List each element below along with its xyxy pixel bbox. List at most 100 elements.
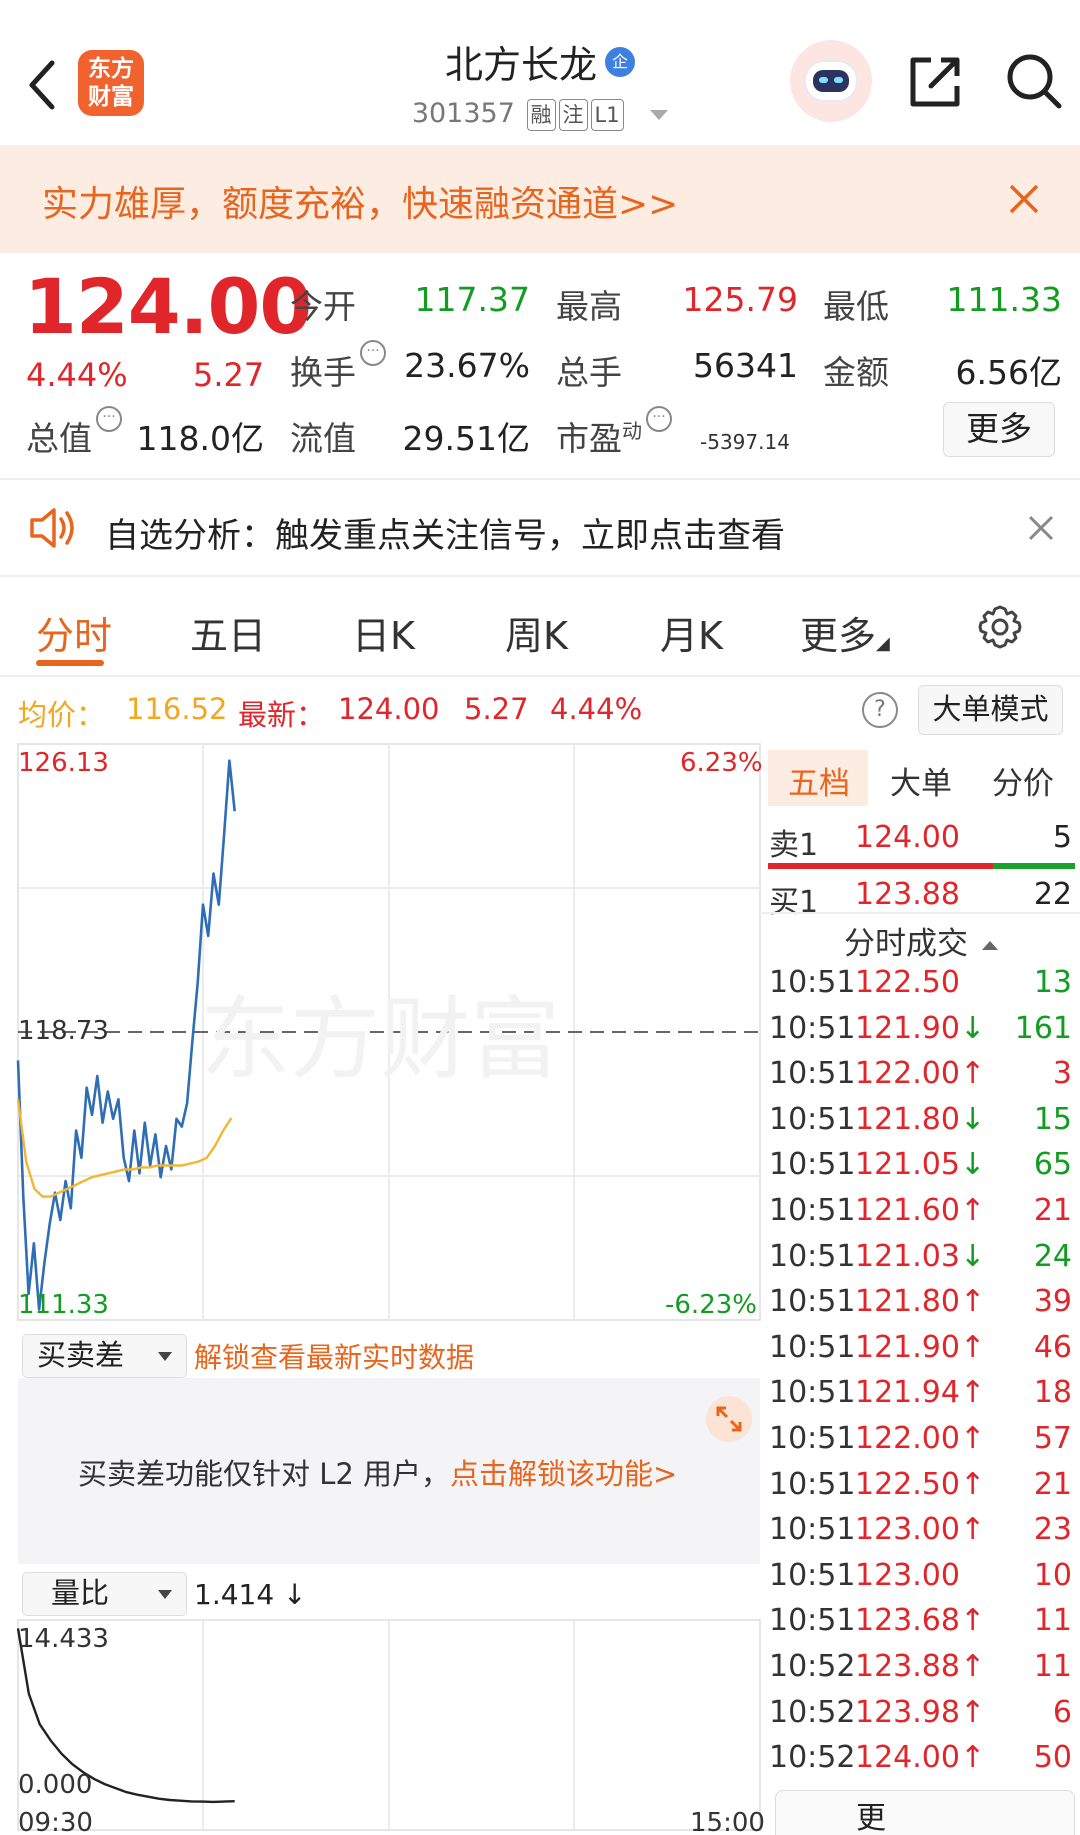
promo-banner[interactable]: 实力雄厚，额度充裕，快速融资通道>> — [0, 145, 1080, 253]
tick-direction-arrow: ↑ — [959, 1740, 986, 1776]
tab-order-book[interactable]: 五档 — [788, 758, 850, 803]
expand-icon[interactable] — [706, 1396, 752, 1442]
tick-volume: 11 — [1033, 1603, 1072, 1639]
sell1-volume: 5 — [1052, 820, 1072, 855]
tag-margin: 融 — [526, 99, 556, 131]
turnover-value: 23.67% — [404, 346, 530, 385]
tick-price-value: 123.00 — [855, 1557, 960, 1593]
turnover-label: 换手··· — [290, 340, 386, 394]
tab-more-label: 更多 — [800, 614, 877, 658]
sort-up-icon — [982, 941, 998, 950]
tick-direction-arrow: ↓ — [959, 1101, 986, 1137]
tab-daily-k[interactable]: 日K — [352, 605, 415, 660]
float-cap-value: 29.51亿 — [402, 419, 530, 458]
share-icon[interactable] — [905, 52, 965, 112]
tick-volume: 65 — [1033, 1147, 1072, 1183]
search-icon[interactable] — [1003, 50, 1065, 112]
tick-direction-arrow: ↑ — [959, 1649, 986, 1684]
tick-price-value: 121.80 — [855, 1101, 960, 1137]
speaker-icon — [30, 508, 74, 548]
pe-value: -5397.14 — [700, 430, 790, 454]
tick-price: 121.05↓ — [855, 1147, 985, 1182]
unlock-realtime-link[interactable]: 解锁查看最新实时数据 — [194, 1336, 474, 1376]
tick-direction-arrow: ↑ — [959, 1466, 986, 1502]
tab-five-day[interactable]: 五日 — [190, 605, 266, 660]
help-icon[interactable]: ? — [862, 692, 898, 728]
market-cap-value: 118.0亿 — [136, 419, 264, 458]
l2-text-prefix: 买卖差功能仅针对 L2 用户， — [78, 1457, 451, 1491]
l2-unlock-link[interactable]: 点击解锁该功能> — [450, 1457, 677, 1491]
big-order-mode-button[interactable]: 大单模式 — [918, 685, 1063, 735]
y-axis-mid: 118.73 — [18, 1016, 109, 1046]
tick-price: 121.94↑ — [855, 1375, 985, 1410]
tick-volume: 161 — [1014, 1010, 1072, 1046]
promo-text: 实力雄厚，额度充裕，快速融资通道>> — [42, 184, 679, 225]
tab-big-orders[interactable]: 大单 — [890, 758, 952, 803]
more-ticks-button[interactable]: 更 — [775, 1790, 1075, 1835]
gear-icon[interactable] — [976, 603, 1024, 651]
tick-time: 10:52 — [769, 1694, 856, 1730]
tick-volume: 24 — [1033, 1238, 1072, 1274]
analysis-text[interactable]: 自选分析：触发重点关注信号，立即点击查看 — [105, 508, 785, 557]
high-value: 125.79 — [682, 280, 798, 319]
l2-upsell-box: 买卖差功能仅针对 L2 用户，点击解锁该功能> — [18, 1378, 760, 1564]
tick-volume: 21 — [1033, 1466, 1072, 1502]
tick-price: 123.00 — [855, 1558, 960, 1593]
info-icon[interactable]: ··· — [646, 406, 672, 432]
robot-assistant-icon[interactable] — [790, 40, 872, 122]
tab-intraday[interactable]: 分时 — [36, 605, 112, 660]
market-cap-label: 总值··· — [26, 406, 122, 460]
tick-time: 10:51 — [769, 1193, 856, 1228]
tick-volume: 13 — [1033, 965, 1072, 1000]
indicator1-select[interactable]: 买卖差 — [22, 1334, 187, 1378]
robot-eye — [819, 77, 828, 83]
active-tab-indicator — [36, 660, 104, 666]
tick-price-value: 123.00 — [855, 1512, 960, 1548]
tick-price-value: 122.50 — [855, 965, 960, 1000]
info-icon[interactable]: ··· — [96, 406, 122, 432]
tick-direction-arrow: ↑ — [959, 1603, 986, 1639]
tick-price-value: 121.05 — [855, 1147, 960, 1183]
tick-price-value: 123.98 — [855, 1694, 960, 1730]
amount-label: 金额 — [823, 353, 889, 392]
tick-price-value: 122.00 — [855, 1056, 960, 1092]
chevron-down-icon[interactable] — [650, 109, 669, 120]
tick-volume: 46 — [1033, 1329, 1072, 1365]
tick-price-value: 121.80 — [855, 1284, 960, 1320]
intraday-chart[interactable]: 东方财富 — [0, 740, 762, 1835]
buy1-label: 买1 — [769, 885, 819, 920]
indicator2-select-label: 量比 — [51, 1576, 110, 1610]
tab-more[interactable]: 更多◢ — [800, 605, 890, 660]
volume-ratio-value: 1.414 ↓ — [194, 1578, 307, 1611]
tick-direction-arrow: ↑ — [959, 1512, 986, 1548]
indicator1-select-label: 买卖差 — [37, 1338, 125, 1372]
tick-time: 10:51 — [769, 965, 856, 1000]
tick-direction-arrow: ↓ — [959, 1147, 986, 1183]
tick-price: 121.60↑ — [855, 1193, 985, 1228]
amount-value: 6.56亿 — [955, 353, 1062, 392]
tick-direction-arrow: ↑ — [959, 1375, 986, 1411]
more-quote-button[interactable]: 更多 — [943, 402, 1055, 457]
tick-volume: 6 — [1052, 1694, 1072, 1730]
avg-price-label: 均价： — [18, 698, 106, 732]
tick-price-value: 121.90 — [855, 1010, 960, 1046]
buy1-price: 123.88 — [855, 877, 960, 912]
tab-price-distribution[interactable]: 分价 — [992, 758, 1054, 803]
close-icon[interactable] — [1008, 183, 1040, 215]
tick-price-value: 121.03 — [855, 1238, 960, 1274]
tick-time: 10:51 — [769, 1010, 856, 1046]
ticks-title[interactable]: 分时成交 — [762, 918, 1080, 963]
open-value: 117.37 — [414, 280, 530, 319]
tick-time: 10:51 — [769, 1147, 856, 1183]
robot-eye — [834, 77, 843, 83]
indicator2-select[interactable]: 量比 — [22, 1572, 187, 1616]
pe-dynamic-mark: 动 — [622, 419, 642, 443]
tab-weekly-k[interactable]: 周K — [505, 605, 568, 660]
tick-price-value: 121.94 — [855, 1375, 960, 1411]
info-icon[interactable]: ··· — [360, 340, 386, 366]
tab-monthly-k[interactable]: 月K — [660, 605, 723, 660]
turnover-label-text: 换手 — [290, 353, 356, 392]
close-icon[interactable] — [1028, 515, 1054, 541]
divider — [0, 478, 1080, 480]
tick-time: 10:51 — [769, 1557, 856, 1593]
